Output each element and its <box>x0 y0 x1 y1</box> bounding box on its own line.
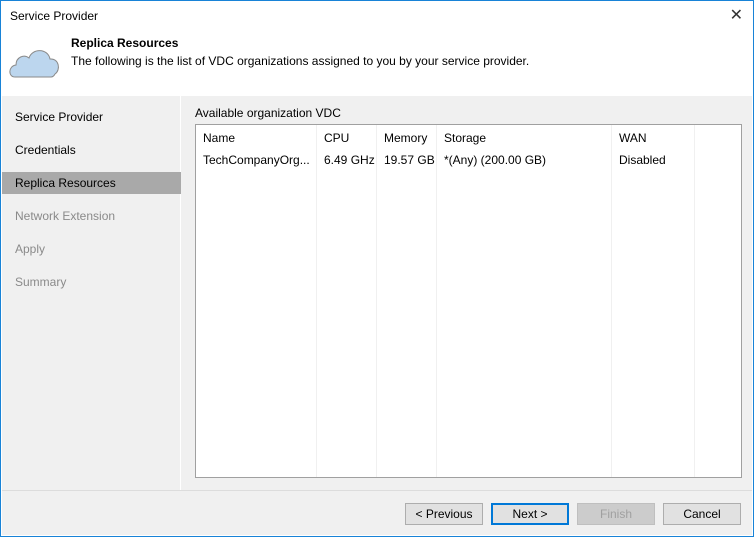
column-header-wan[interactable]: WAN <box>619 131 647 145</box>
list-label: Available organization VDC <box>195 106 341 120</box>
cloud-icon <box>9 50 59 78</box>
cell-name: TechCompanyOrg... <box>203 153 310 167</box>
step-network-extension: Network Extension <box>15 209 116 223</box>
page-description: The following is the list of VDC organiz… <box>71 54 530 68</box>
next-button[interactable]: Next > <box>491 503 569 525</box>
column-header-cpu[interactable]: CPU <box>324 131 349 145</box>
cell-memory: 19.57 GB <box>384 153 435 167</box>
cell-wan: Disabled <box>619 153 666 167</box>
step-service-provider[interactable]: Service Provider <box>2 106 181 128</box>
window-title: Service Provider <box>10 9 99 23</box>
step-credentials[interactable]: Credentials <box>2 139 181 161</box>
column-header-name[interactable]: Name <box>203 131 235 145</box>
cancel-button[interactable]: Cancel <box>663 503 741 525</box>
close-icon[interactable]: ✕ <box>730 5 743 25</box>
vdc-list[interactable]: Name CPU Memory Storage WAN TechCompanyO… <box>195 124 742 478</box>
step-summary: Summary <box>15 275 67 289</box>
wizard-window: Service Provider ✕ Replica Resources The… <box>0 0 754 537</box>
finish-button: Finish <box>577 503 655 525</box>
step-replica-resources[interactable]: Replica Resources <box>2 172 181 194</box>
wizard-steps: Service Provider Credentials Replica Res… <box>2 96 181 490</box>
column-header-storage[interactable]: Storage <box>444 131 486 145</box>
page-title: Replica Resources <box>71 36 179 50</box>
previous-button[interactable]: < Previous <box>405 503 483 525</box>
cell-cpu: 6.49 GHz <box>324 153 375 167</box>
step-apply: Apply <box>15 242 46 256</box>
cell-storage: *(Any) (200.00 GB) <box>444 153 547 167</box>
column-header-memory[interactable]: Memory <box>384 131 427 145</box>
